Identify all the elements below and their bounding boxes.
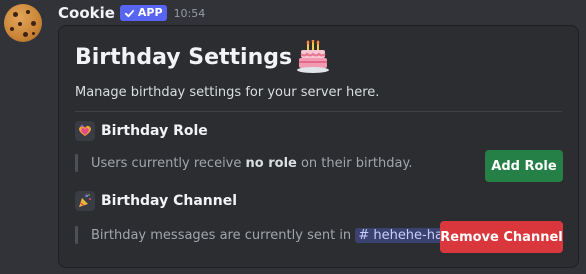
timestamp[interactable]: 10:54	[174, 7, 206, 20]
channel-status-text: Birthday messages are currently sent in …	[91, 228, 450, 243]
card-title: Birthday Settings	[75, 40, 330, 74]
role-text-prefix: Users currently receive	[91, 156, 246, 171]
channel-quote-bar	[75, 226, 78, 244]
role-status-text: Users currently receive no role on their…	[91, 156, 412, 171]
party-popper-icon	[75, 191, 95, 211]
channel-text-prefix: Birthday messages are currently sent in	[91, 228, 356, 243]
birthday-role-heading: Birthday Role	[75, 121, 208, 141]
birthday-settings-card: Birthday Settings Manage birthday settin…	[58, 25, 579, 268]
birthday-channel-heading: Birthday Channel	[75, 191, 237, 211]
role-text-suffix: on their birthday.	[296, 156, 413, 171]
divider	[75, 111, 562, 112]
app-badge-label: APP	[137, 6, 163, 19]
add-role-button[interactable]: Add Role	[485, 150, 563, 182]
birthday-cake-icon	[297, 40, 330, 73]
balloon-heart-icon	[75, 121, 95, 141]
role-text-bold: no role	[245, 156, 297, 171]
verified-check-icon	[124, 9, 135, 17]
birthday-role-heading-text: Birthday Role	[101, 123, 208, 139]
message-header: Cookie APP 10:54	[58, 3, 205, 23]
app-badge: APP	[119, 5, 167, 21]
card-title-text: Birthday Settings	[75, 44, 293, 70]
card-description: Manage birthday settings for your server…	[75, 85, 380, 100]
role-quote-bar	[75, 154, 78, 172]
channel-mention[interactable]: # hehehe-ha	[355, 228, 446, 243]
cookie-avatar[interactable]	[4, 4, 42, 42]
username[interactable]: Cookie	[58, 4, 115, 22]
remove-channel-button[interactable]: Remove Channel	[440, 221, 563, 253]
birthday-channel-heading-text: Birthday Channel	[101, 193, 237, 209]
